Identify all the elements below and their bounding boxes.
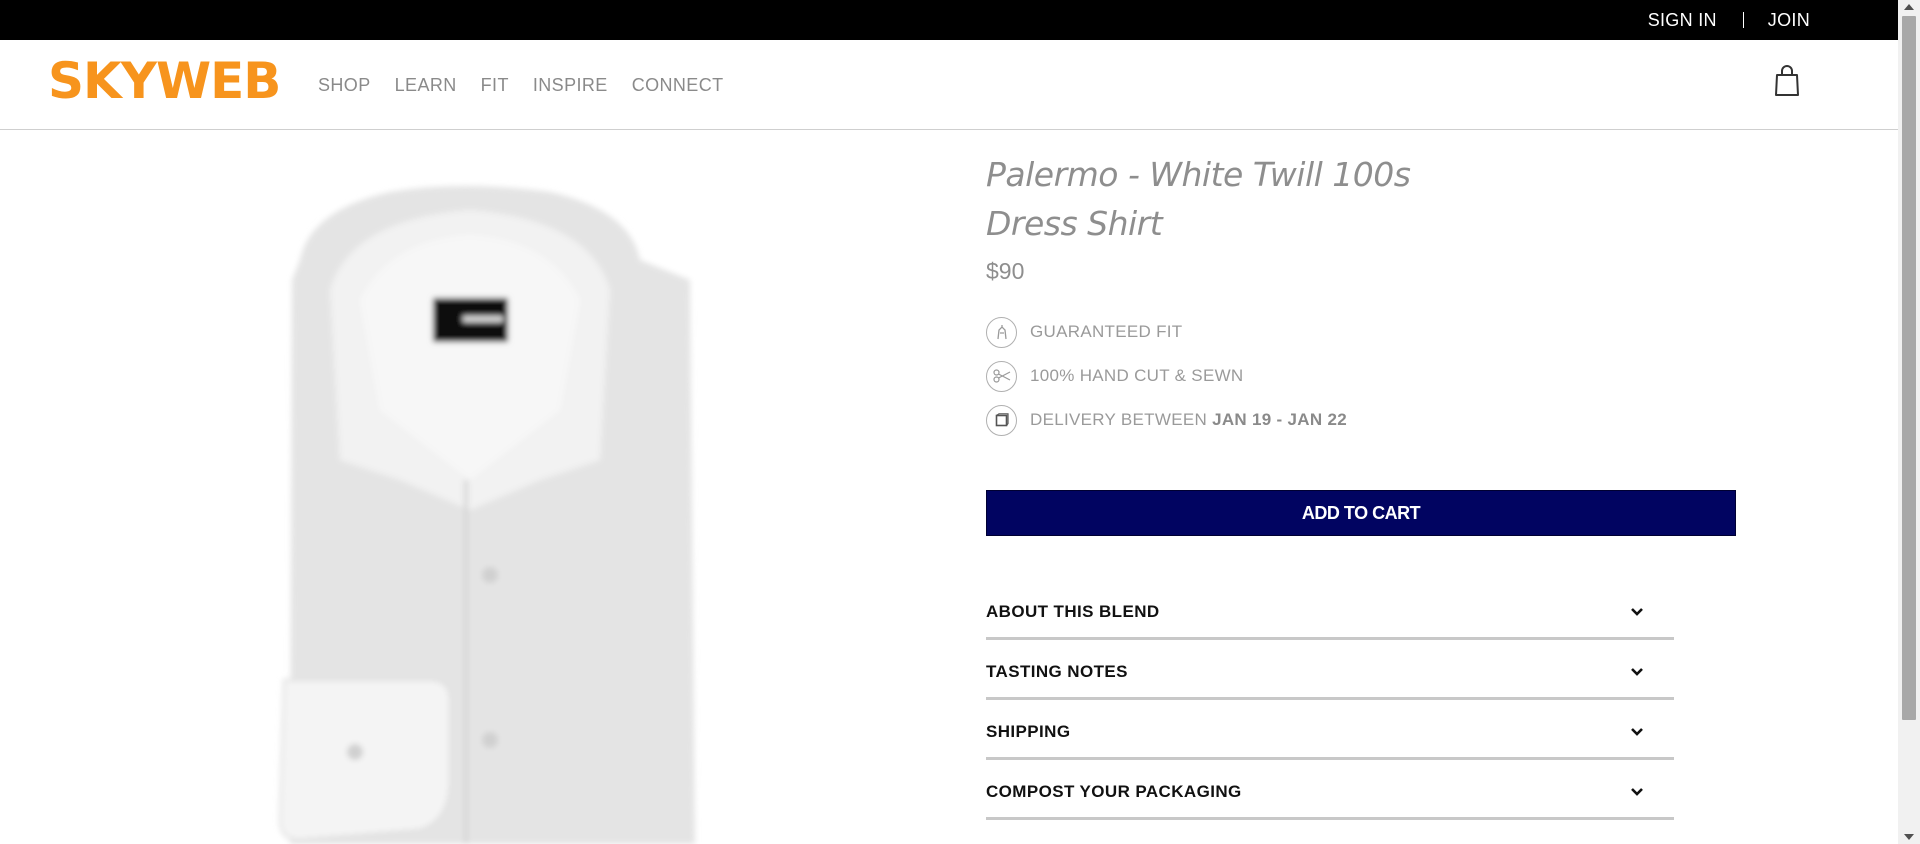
product-image — [270, 180, 720, 844]
feature-text: GUARANTEED FIT — [1030, 322, 1183, 341]
product-accordion: ABOUT THIS BLEND TASTING NOTES SHIPPING … — [986, 580, 1674, 820]
feature-text: DELIVERY BETWEEN JAN 19 - JAN 22 — [1030, 410, 1347, 430]
shopping-bag-icon[interactable] — [1773, 64, 1801, 98]
delivery-prefix: DELIVERY BETWEEN — [1030, 410, 1213, 429]
nav-learn[interactable]: LEARN — [395, 75, 457, 96]
nav-inspire[interactable]: INSPIRE — [533, 75, 608, 96]
chevron-down-icon — [1631, 607, 1643, 616]
nav-shop[interactable]: SHOP — [318, 75, 371, 96]
chevron-down-icon — [1631, 727, 1643, 736]
accordion-label: COMPOST YOUR PACKAGING — [986, 781, 1242, 801]
accordion-tasting-notes[interactable]: TASTING NOTES — [986, 640, 1674, 700]
add-to-cart-button[interactable]: ADD TO CART — [986, 490, 1736, 536]
accordion-label: TASTING NOTES — [986, 661, 1128, 681]
main-nav: SHOP LEARN FIT INSPIRE CONNECT — [318, 75, 724, 96]
product-title-line2: Dress Shirt — [986, 204, 1163, 243]
nav-fit[interactable]: FIT — [481, 75, 509, 96]
fit-icon — [986, 316, 1017, 348]
scissors-icon — [986, 360, 1017, 392]
product-title: Palermo - White Twill 100s Dress Shirt — [986, 150, 1426, 248]
divider — [1742, 12, 1744, 28]
page-scrollbar[interactable] — [1898, 0, 1920, 844]
accordion-label: ABOUT THIS BLEND — [986, 601, 1160, 621]
scroll-down-icon[interactable] — [1904, 834, 1914, 840]
sign-in-link[interactable]: SIGN IN — [1648, 10, 1717, 31]
feature-guaranteed-fit: GUARANTEED FIT — [986, 310, 1736, 354]
chevron-down-icon — [1631, 667, 1643, 676]
product-details: Palermo - White Twill 100s Dress Shirt $… — [986, 150, 1736, 820]
accordion-shipping[interactable]: SHIPPING — [986, 700, 1674, 760]
accordion-label: SHIPPING — [986, 721, 1071, 741]
join-link[interactable]: JOIN — [1768, 10, 1810, 31]
top-bar: SIGN IN JOIN — [0, 0, 1898, 40]
chevron-down-icon — [1631, 787, 1643, 796]
scroll-up-icon[interactable] — [1904, 4, 1914, 10]
feature-delivery: DELIVERY BETWEEN JAN 19 - JAN 22 — [986, 398, 1736, 442]
nav-connect[interactable]: CONNECT — [632, 75, 724, 96]
feature-text: 100% HAND CUT & SEWN — [1030, 366, 1244, 385]
feature-hand-sewn: 100% HAND CUT & SEWN — [986, 354, 1736, 398]
auth-links: SIGN IN JOIN — [1648, 0, 1810, 40]
product-title-line1: Palermo - White Twill 100s — [986, 155, 1411, 194]
site-header: SKYWEB SHOP LEARN FIT INSPIRE CONNECT — [0, 40, 1898, 130]
box-icon — [986, 404, 1017, 436]
accordion-about-this-blend[interactable]: ABOUT THIS BLEND — [986, 580, 1674, 640]
product-price: $90 — [986, 258, 1025, 284]
accordion-compost-your-packaging[interactable]: COMPOST YOUR PACKAGING — [986, 760, 1674, 820]
logo[interactable]: SKYWEB — [48, 56, 281, 106]
feature-list: GUARANTEED FIT 100% HAND CUT & SEWN DELI… — [986, 310, 1736, 442]
delivery-dates: JAN 19 - JAN 22 — [1212, 410, 1347, 429]
scrollbar-thumb[interactable] — [1902, 16, 1916, 720]
